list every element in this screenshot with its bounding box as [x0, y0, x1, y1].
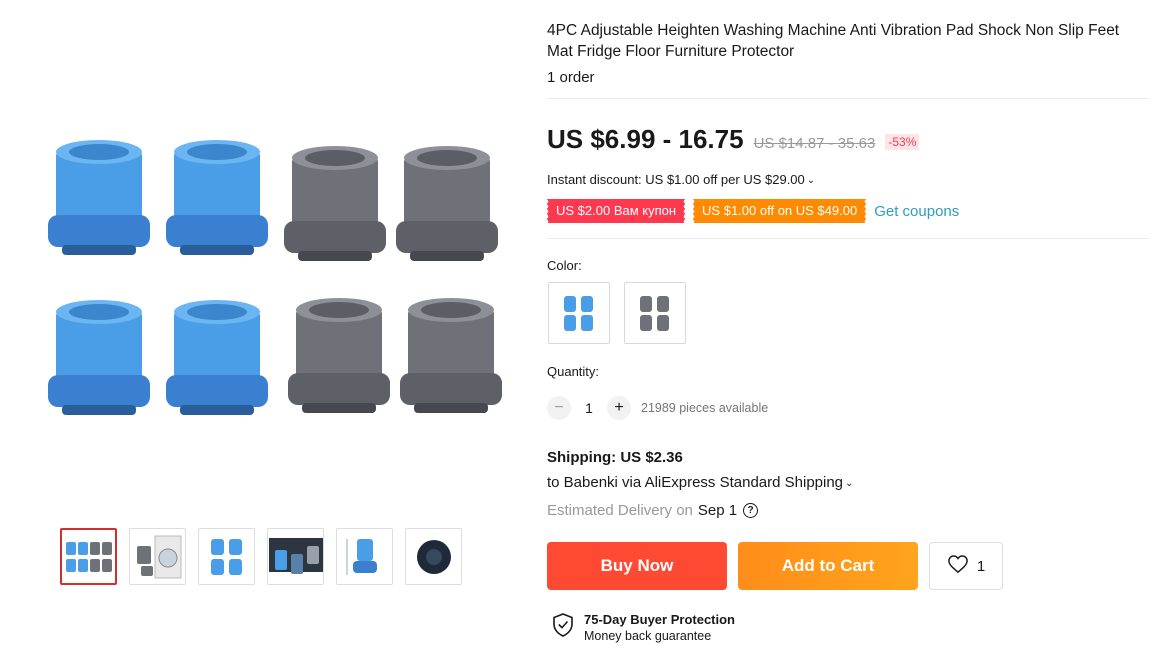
shield-check-icon	[552, 612, 574, 643]
thumbnail-6[interactable]	[405, 528, 462, 585]
color-option-gray[interactable]	[624, 282, 686, 344]
main-product-image[interactable]	[40, 120, 520, 460]
divider	[547, 238, 1149, 239]
wishlist-count: 1	[976, 557, 986, 575]
coupon-orange[interactable]: US $1.00 off on US $49.00	[692, 199, 868, 223]
shipping-price: Shipping: US $2.36	[547, 449, 683, 466]
order-count: 1 order	[547, 69, 595, 86]
quantity-value[interactable]: 1	[571, 400, 607, 416]
buy-now-button[interactable]: Buy Now	[547, 542, 727, 590]
shipping-method-text: to Babenki via AliExpress Standard Shipp…	[547, 474, 844, 491]
product-info: 4PC Adjustable Heighten Washing Machine …	[547, 20, 1149, 99]
color-options	[548, 282, 686, 344]
action-buttons: Buy Now Add to Cart 1	[547, 542, 1003, 590]
instant-discount-text: Instant discount: US $1.00 off per US $2…	[547, 172, 805, 187]
price-row: US $6.99 - 16.75 US $14.87 - 35.63 -53%	[547, 124, 920, 155]
protection-subtitle: Money back guarantee	[584, 629, 712, 643]
thumbnail-4[interactable]	[267, 528, 324, 585]
help-icon[interactable]: ?	[743, 503, 759, 518]
delivery-label: Estimated Delivery on	[547, 502, 693, 519]
thumbnail-strip	[60, 528, 462, 585]
original-price: US $14.87 - 35.63	[753, 135, 876, 152]
quantity-plus-button[interactable]: +	[607, 396, 631, 420]
heart-icon	[947, 554, 969, 578]
buyer-protection: 75-Day Buyer Protection Money back guara…	[552, 612, 735, 643]
shipping-method[interactable]: to Babenki via AliExpress Standard Shipp…	[547, 474, 853, 491]
chevron-down-icon: ⌄	[806, 175, 816, 186]
available-pieces: 21989 pieces available	[641, 401, 769, 415]
quantity-stepper: − 1 + 21989 pieces available	[547, 396, 768, 420]
quantity-label: Quantity:	[547, 364, 600, 379]
discount-badge: -53%	[885, 134, 920, 150]
thumbnail-5[interactable]	[336, 528, 393, 585]
wishlist-button[interactable]: 1	[929, 542, 1003, 590]
thumbnail-2[interactable]	[129, 528, 186, 585]
instant-discount[interactable]: Instant discount: US $1.00 off per US $2…	[547, 172, 815, 187]
coupon-row: US $2.00 Вам купон US $1.00 off on US $4…	[545, 199, 959, 223]
get-coupons-link[interactable]: Get coupons	[874, 203, 959, 220]
color-label: Color:	[547, 258, 582, 273]
quantity-minus-button[interactable]: −	[547, 396, 571, 420]
thumbnail-3[interactable]	[198, 528, 255, 585]
delivery-date: Sep 1	[697, 502, 738, 519]
current-price: US $6.99 - 16.75	[547, 124, 744, 154]
product-title: 4PC Adjustable Heighten Washing Machine …	[547, 22, 1120, 60]
thumbnail-1[interactable]	[60, 528, 117, 585]
color-option-blue[interactable]	[548, 282, 610, 344]
chevron-down-icon: ⌄	[845, 478, 854, 489]
divider	[547, 98, 1149, 99]
protection-title: 75-Day Buyer Protection	[584, 612, 735, 627]
estimated-delivery: Estimated Delivery on Sep 1 ?	[547, 502, 759, 519]
add-to-cart-button[interactable]: Add to Cart	[738, 542, 918, 590]
coupon-red[interactable]: US $2.00 Вам купон	[545, 199, 687, 223]
